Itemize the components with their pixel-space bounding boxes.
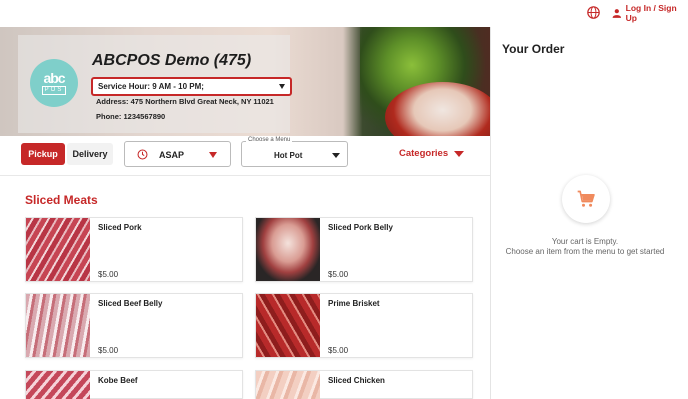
categories-label: Categories [399,148,449,159]
pickup-button[interactable]: Pickup [21,143,65,165]
chevron-down-icon [209,152,217,158]
menu-item-image [26,371,90,399]
menu-item-name: Sliced Pork [98,223,142,232]
menu-item-price: $5.00 [98,346,119,355]
menu-item-price: $5.00 [98,270,119,279]
cart-icon [577,190,595,207]
order-time-select[interactable]: ASAP [124,141,231,167]
menu-item-image [26,218,90,281]
menu-select-legend: Choose a Menu [246,137,293,143]
section-title: Sliced Meats [25,193,98,207]
cart-empty-message: Your cart is Empty. Choose an item from … [505,237,665,256]
clock-icon [137,149,148,160]
login-label: Log In / Sign Up [625,3,677,23]
service-hour-value: Service Hour: 9 AM - 10 PM; [98,82,204,91]
chevron-down-icon [454,150,465,157]
menu-item-name: Sliced Chicken [328,376,385,385]
menu-item-card[interactable]: Kobe Beef [25,370,243,399]
order-title: Your Order [502,42,565,56]
cart-empty-badge [562,175,610,223]
top-bar: Log In / Sign Up [0,0,688,27]
store-logo: abc POS [30,59,78,107]
menu-item-price: $5.00 [328,270,349,279]
menu-item-image [256,371,320,399]
order-time-value: ASAP [159,150,185,160]
menu-item-name: Prime Brisket [328,299,380,308]
divider [0,175,490,176]
menu-item-image [26,294,90,357]
globe-icon[interactable] [587,6,600,19]
menu-item-name: Sliced Pork Belly [328,223,393,232]
chevron-down-icon [332,153,340,158]
menu-item-image [256,218,320,281]
menu-select-value: Hot Pot [274,151,303,160]
menu-item-price: $5.00 [328,346,349,355]
delivery-button[interactable]: Delivery [67,143,113,165]
menu-item-name: Kobe Beef [98,376,138,385]
menu-item-card[interactable]: Sliced Beef Belly $5.00 [25,293,243,358]
service-hour-dropdown[interactable]: Service Hour: 9 AM - 10 PM; [91,77,292,96]
menu-select[interactable]: Choose a Menu Hot Pot [241,137,348,167]
categories-dropdown[interactable]: Categories [399,148,465,159]
menu-item-card[interactable]: Sliced Pork Belly $5.00 [255,217,473,282]
chevron-down-icon [279,84,285,89]
menu-item-card[interactable]: Prime Brisket $5.00 [255,293,473,358]
menu-item-card[interactable]: Sliced Pork $5.00 [25,217,243,282]
menu-item-card[interactable]: Sliced Chicken [255,370,473,399]
store-phone: Phone: 1234567890 [96,112,166,121]
store-address: Address: 475 Northern Blvd Great Neck, N… [96,97,274,106]
menu-item-image [256,294,320,357]
menu-item-name: Sliced Beef Belly [98,299,163,308]
user-icon [612,9,622,18]
store-title: ABCPOS Demo (475) [92,52,252,69]
login-signup-link[interactable]: Log In / Sign Up [612,3,688,23]
